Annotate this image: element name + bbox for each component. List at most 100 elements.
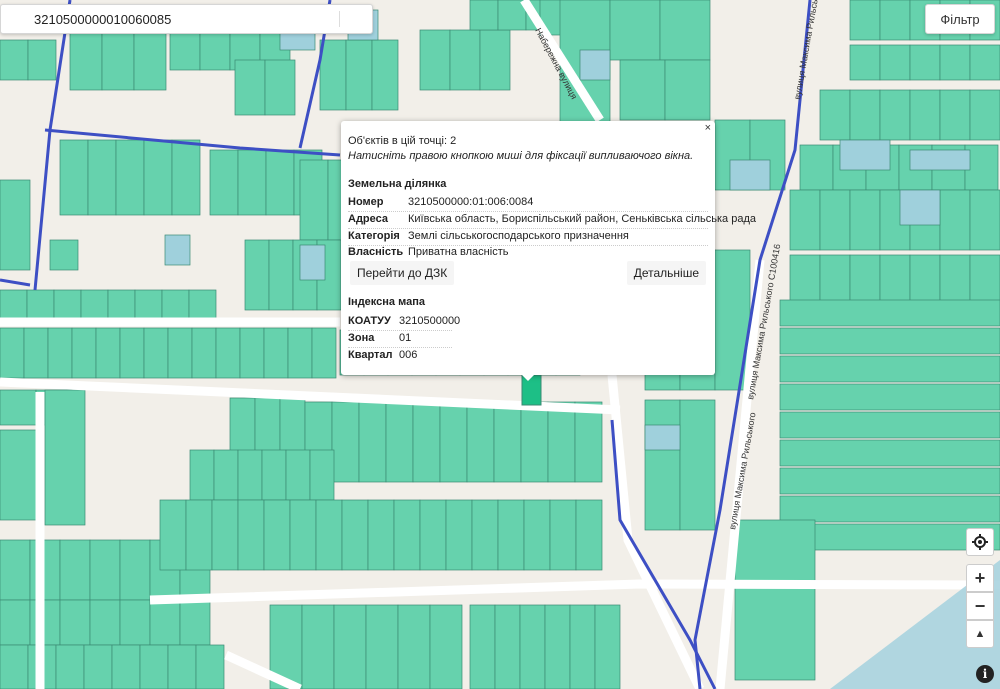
parcel[interactable] <box>479 29 511 91</box>
parcel[interactable] <box>319 39 347 111</box>
parcel[interactable] <box>469 0 499 31</box>
parcel[interactable] <box>879 44 911 81</box>
parcel[interactable] <box>909 149 971 171</box>
parcel[interactable] <box>149 599 181 646</box>
parcel[interactable] <box>315 499 343 571</box>
zoom-out-button[interactable]: − <box>966 592 994 620</box>
parcel[interactable] <box>365 604 399 689</box>
parcel[interactable] <box>439 401 468 483</box>
parcel[interactable] <box>261 449 287 501</box>
parcel[interactable] <box>839 139 891 171</box>
parcel[interactable] <box>59 139 89 216</box>
parcel[interactable] <box>139 644 169 689</box>
parcel[interactable] <box>29 599 61 646</box>
parcel[interactable] <box>779 327 1000 355</box>
parcel[interactable] <box>849 254 881 306</box>
parcel[interactable] <box>819 89 851 141</box>
parcel[interactable] <box>23 327 49 379</box>
parcel[interactable] <box>0 599 31 646</box>
parcel[interactable] <box>619 59 666 121</box>
parcel[interactable] <box>237 149 267 216</box>
parcel[interactable] <box>734 519 816 681</box>
parcel[interactable] <box>659 0 711 61</box>
parcel[interactable] <box>263 499 291 571</box>
parcel[interactable] <box>519 604 546 689</box>
parcel[interactable] <box>493 401 522 483</box>
parcel[interactable] <box>594 604 621 689</box>
parcel[interactable] <box>69 29 103 91</box>
parcel[interactable] <box>185 499 213 571</box>
parcel[interactable] <box>779 383 1000 411</box>
zoom-in-button[interactable]: + <box>966 564 994 592</box>
parcel[interactable] <box>849 44 881 81</box>
parcel[interactable] <box>879 254 911 306</box>
parcel[interactable] <box>44 389 86 526</box>
compass-button[interactable]: ▲ <box>966 620 994 648</box>
parcel[interactable] <box>211 499 239 571</box>
parcel[interactable] <box>939 189 971 251</box>
parcel[interactable] <box>268 239 294 311</box>
go-to-dzk-button[interactable]: Перейти до ДЗК <box>350 261 455 285</box>
parcel[interactable] <box>429 604 463 689</box>
parcel[interactable] <box>47 327 73 379</box>
parcel[interactable] <box>574 401 603 483</box>
parcel[interactable] <box>0 327 25 379</box>
parcel[interactable] <box>729 159 771 191</box>
parcel[interactable] <box>55 644 85 689</box>
parcel[interactable] <box>101 29 135 91</box>
parcel[interactable] <box>412 401 441 483</box>
parcel[interactable] <box>909 254 941 306</box>
parcel[interactable] <box>909 89 941 141</box>
parcel[interactable] <box>909 44 941 81</box>
parcel[interactable] <box>49 239 79 271</box>
parcel[interactable] <box>393 499 421 571</box>
parcel[interactable] <box>644 424 681 451</box>
parcel[interactable] <box>899 189 941 226</box>
parcel[interactable] <box>119 327 145 379</box>
parcel[interactable] <box>244 239 270 311</box>
parcel[interactable] <box>27 39 57 81</box>
parcel[interactable] <box>195 644 225 689</box>
parcel[interactable] <box>333 604 367 689</box>
parcel[interactable] <box>471 499 499 571</box>
parcel[interactable] <box>143 327 169 379</box>
parcel[interactable] <box>133 29 167 91</box>
parcel[interactable] <box>331 401 360 483</box>
parcel[interactable] <box>0 429 37 521</box>
parcel[interactable] <box>779 299 1000 327</box>
parcel[interactable] <box>143 139 173 216</box>
parcel[interactable] <box>164 234 191 266</box>
parcel[interactable] <box>969 89 1000 141</box>
parcel[interactable] <box>819 254 851 306</box>
parcel[interactable] <box>779 439 1000 467</box>
parcel[interactable] <box>449 29 481 91</box>
parcel[interactable] <box>0 389 37 426</box>
parcel[interactable] <box>171 139 201 216</box>
search-input[interactable] <box>1 5 337 33</box>
parcel[interactable] <box>579 49 611 81</box>
parcel[interactable] <box>358 401 387 483</box>
parcel[interactable] <box>89 539 121 601</box>
parcel[interactable] <box>71 327 97 379</box>
parcel[interactable] <box>939 254 971 306</box>
parcel[interactable] <box>939 89 971 141</box>
parcel[interactable] <box>969 44 1000 81</box>
parcel[interactable] <box>779 355 1000 383</box>
parcel[interactable] <box>849 89 881 141</box>
parcel[interactable] <box>299 159 329 241</box>
locate-button[interactable] <box>966 528 994 556</box>
parcel[interactable] <box>29 539 61 601</box>
parcel[interactable] <box>520 401 549 483</box>
parcel[interactable] <box>239 327 265 379</box>
close-icon[interactable]: × <box>705 122 711 134</box>
info-icon[interactable]: i <box>976 665 994 683</box>
parcel[interactable] <box>849 189 881 251</box>
parcel[interactable] <box>969 189 1000 251</box>
parcel[interactable] <box>523 499 551 571</box>
parcel[interactable] <box>237 449 263 501</box>
parcel[interactable] <box>497 499 525 571</box>
parcel[interactable] <box>419 29 451 91</box>
parcel[interactable] <box>59 599 91 646</box>
parcel[interactable] <box>289 499 317 571</box>
parcel[interactable] <box>385 401 414 483</box>
